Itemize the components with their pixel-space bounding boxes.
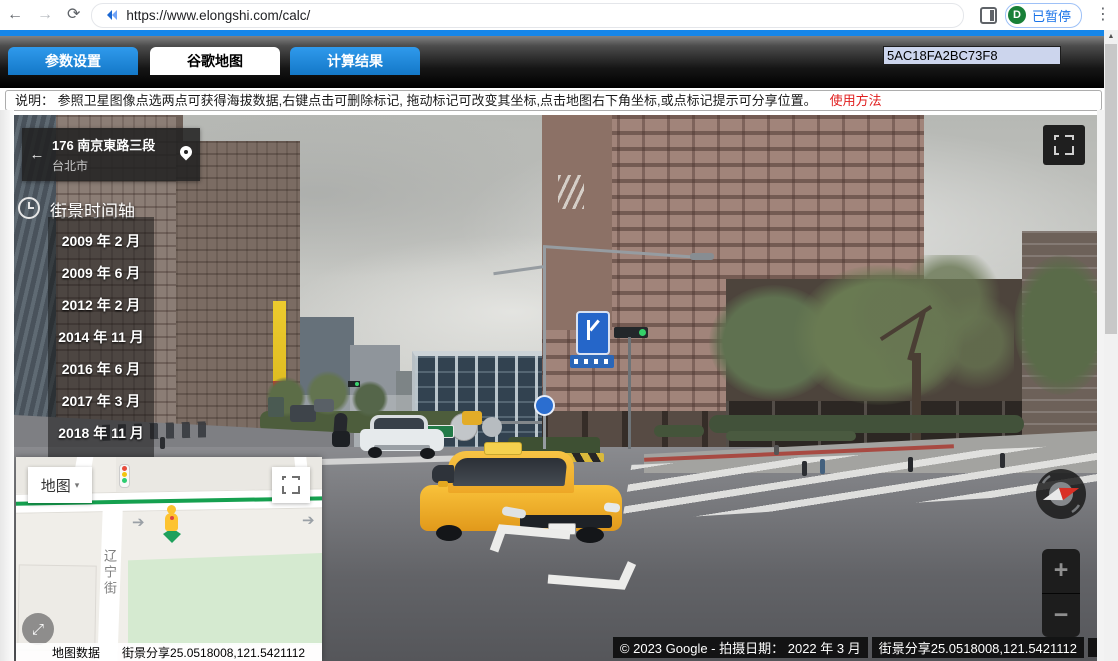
pedestrian xyxy=(802,461,807,476)
pedestrian xyxy=(1000,453,1005,468)
map-pin-icon[interactable] xyxy=(176,128,200,181)
hedge-row xyxy=(654,425,704,437)
large-tree-crown xyxy=(844,255,1014,405)
address-city: 台北市 xyxy=(52,157,176,174)
map-type-label: 地图 xyxy=(41,475,71,496)
right-margin xyxy=(1097,110,1104,661)
tab-google-map[interactable]: 谷歌地图 xyxy=(150,47,280,75)
tab-parameter-settings[interactable]: 参数设置 xyxy=(8,47,138,75)
traffic-light-far xyxy=(348,381,360,387)
road-arrow-markings xyxy=(484,515,704,595)
distant-taxi xyxy=(462,411,482,425)
reload-icon[interactable]: ⟳ xyxy=(67,0,80,30)
menu-icon[interactable]: ⋮ xyxy=(1095,0,1111,30)
instruction-bar: 说明： 参照卫星图像点选两点可获得海拔数据,右键点击可删除标记, 拖动标记可改变… xyxy=(5,90,1102,111)
attribution-bar: © 2023 Google - 拍摄日期： 2022 年 3 月 街景分享25.… xyxy=(613,637,1097,658)
clock-icon xyxy=(18,197,40,219)
map-park-area xyxy=(128,553,322,645)
address-panel: ← 176 南京東路三段 台北市 xyxy=(22,128,200,181)
compass-control[interactable] xyxy=(1035,468,1087,520)
motorcycle-rider xyxy=(332,413,352,449)
map-share-label[interactable]: 街景分享25.0518008,121.5421112 xyxy=(122,644,305,661)
address-bar[interactable]: https://www.elongshi.com/calc/ xyxy=(91,3,964,28)
distant-car xyxy=(290,405,316,422)
map-inset[interactable]: 地图 ▾ ➔ ➔ 辽宁街 ⤢ 地图数据 街景分享25.0518008,121.5… xyxy=(16,457,322,661)
zoom-in-button[interactable]: + xyxy=(1042,549,1080,594)
serial-input[interactable] xyxy=(883,46,1061,65)
side-panel-icon[interactable] xyxy=(980,7,997,24)
map-fullscreen-button[interactable] xyxy=(272,467,310,503)
distant-car xyxy=(314,399,334,412)
traffic-light-icon xyxy=(119,464,130,488)
blue-circle-sign xyxy=(534,395,555,416)
traffic-light-pole xyxy=(628,337,631,449)
fullscreen-icon xyxy=(282,476,300,494)
street-name-label: 辽宁街 xyxy=(100,549,119,597)
timeline-item[interactable]: 2009 年 2 月 xyxy=(48,225,154,257)
site-favicon xyxy=(104,8,118,22)
map-data-label[interactable]: 地图数据 xyxy=(52,644,100,661)
scrollbar-thumb[interactable] xyxy=(1105,44,1117,334)
hotel-logo xyxy=(558,175,584,209)
profile-chip[interactable]: D 已暂停 xyxy=(1005,3,1082,28)
timeline-item[interactable]: 2014 年 11 月 xyxy=(48,321,154,353)
share-coordinates[interactable]: 街景分享25.0518008,121.5421112 xyxy=(872,637,1084,658)
instruction-text: 说明： 参照卫星图像点选两点可获得海拔数据,右键点击可删除标记, 拖动标记可改变… xyxy=(15,93,817,108)
timeline-item[interactable]: 2009 年 6 月 xyxy=(48,257,154,289)
blue-highway-sign xyxy=(576,311,610,355)
zoom-control: + − xyxy=(1042,549,1080,637)
timeline-item[interactable]: 2012 年 2 月 xyxy=(48,289,154,321)
pegman[interactable] xyxy=(162,505,182,545)
zoom-out-button[interactable]: − xyxy=(1042,594,1080,638)
pedestrian xyxy=(820,459,825,474)
scrollbar-up-icon[interactable]: ▲ xyxy=(1104,30,1118,40)
street-lamp-pole xyxy=(543,247,546,449)
pedestrian xyxy=(774,445,779,455)
hedge-row xyxy=(726,431,856,441)
distant-vehicle xyxy=(268,397,284,417)
usage-link[interactable]: 使用方法 xyxy=(830,93,882,108)
round-sign-back xyxy=(482,417,502,437)
traffic-light xyxy=(614,327,648,338)
attribution-stub xyxy=(1088,638,1097,657)
blue-info-sign xyxy=(570,355,614,368)
page-scrollbar: ▲ xyxy=(1104,30,1118,661)
timeline-item[interactable]: 2017 年 3 月 xyxy=(48,385,154,417)
pedestrian xyxy=(160,437,165,449)
timeline-item[interactable]: 2018 年 11 月 xyxy=(48,417,154,449)
left-margin xyxy=(0,110,14,661)
streetview-canvas[interactable]: ← 176 南京東路三段 台北市 街景时间轴 2009 年 2 月 2009 年… xyxy=(14,115,1097,661)
timeline-panel: 2009 年 2 月 2009 年 6 月 2012 年 2 月 2014 年 … xyxy=(48,217,154,465)
tab-calc-result[interactable]: 计算结果 xyxy=(290,47,420,75)
inset-expand-button[interactable]: ⤢ xyxy=(22,613,54,645)
street-lamp-head xyxy=(690,253,714,260)
forward-icon[interactable]: → xyxy=(37,0,53,30)
timeline-item[interactable]: 2016 年 6 月 xyxy=(48,353,154,385)
tree-trunk xyxy=(912,353,921,455)
hotel-sign-wall xyxy=(542,115,612,330)
profile-status-label: 已暂停 xyxy=(1032,6,1071,25)
browser-toolbar: ← → ⟳ https://www.elongshi.com/calc/ D 已… xyxy=(0,0,1118,30)
avatar: D xyxy=(1008,6,1026,24)
url-text: https://www.elongshi.com/calc/ xyxy=(126,8,310,23)
back-icon[interactable]: ← xyxy=(7,0,23,30)
pedestrian xyxy=(908,457,913,472)
back-arrow-icon[interactable]: ← xyxy=(22,146,52,163)
drag-arrow-icon[interactable]: ➔ xyxy=(302,511,315,529)
streetview-fullscreen-button[interactable] xyxy=(1043,125,1085,165)
google-copyright: © 2023 Google - 拍摄日期： 2022 年 3 月 xyxy=(613,637,868,658)
address-title: 176 南京東路三段 xyxy=(52,135,176,154)
drag-arrow-icon[interactable]: ➔ xyxy=(132,513,145,531)
expand-icon: ⤢ xyxy=(32,621,44,638)
fullscreen-icon xyxy=(1054,135,1074,155)
map-attribution-bar: 地图数据 街景分享25.0518008,121.5421112 xyxy=(16,643,322,661)
map-type-button[interactable]: 地图 ▾ xyxy=(28,467,92,503)
caret-down-icon: ▾ xyxy=(75,480,80,491)
